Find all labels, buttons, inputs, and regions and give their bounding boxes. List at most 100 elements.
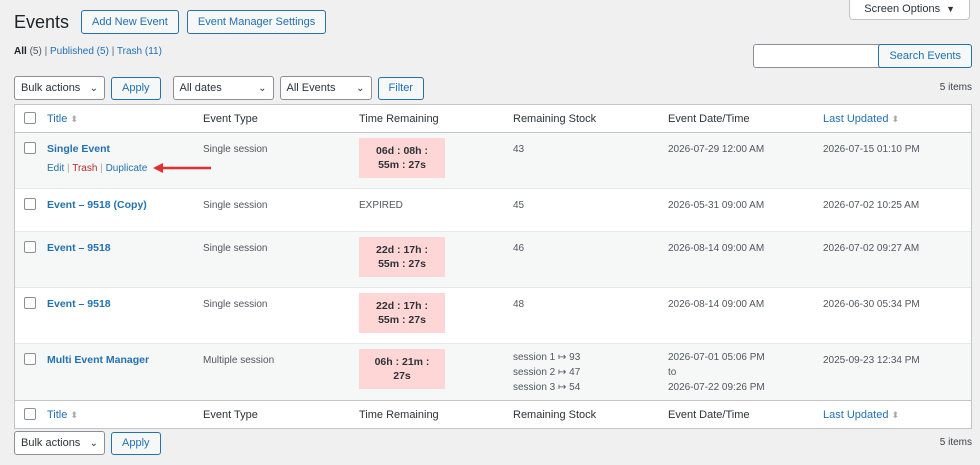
chevron-down-icon: ⌄: [89, 437, 98, 449]
items-count: 5 items: [939, 82, 972, 93]
view-all-link[interactable]: All (5): [14, 46, 42, 57]
event-date-cell: 2026-07-01 05:06 PM to 2026-07-22 09:26 …: [668, 352, 765, 393]
caret-down-icon: ▼: [946, 3, 955, 14]
countdown-badge: 06d : 08h :55m : 27s: [359, 138, 445, 178]
tablenav-top: Bulk actions ⌄ Apply All dates ⌄ All Eve…: [14, 76, 424, 100]
row-checkbox[interactable]: [24, 241, 36, 258]
row-checkbox[interactable]: [24, 142, 36, 159]
column-remaining-stock: Remaining Stock: [513, 409, 597, 421]
event-type-cell: Single session: [203, 200, 268, 211]
search-input[interactable]: [753, 44, 886, 68]
bulk-actions-select[interactable]: Bulk actions ⌄: [14, 431, 105, 455]
sort-icon: ⬍: [891, 114, 899, 124]
arrow-annotation-icon: [153, 163, 211, 173]
row-actions: Edit | Trash | Duplicate: [47, 163, 148, 174]
row-checkbox[interactable]: [24, 297, 36, 314]
event-type-cell: Single session: [203, 243, 268, 254]
event-type-cell: Single session: [203, 299, 268, 310]
event-date-cell: 2026-07-29 12:00 AM: [668, 144, 765, 155]
last-updated-cell: 2026-06-30 05:34 PM: [823, 299, 920, 310]
column-remaining-stock: Remaining Stock: [513, 113, 597, 125]
view-filters: All (5) | Published (5) | Trash (11): [14, 46, 162, 57]
page-header: Events Add New Event Event Manager Setti…: [14, 10, 327, 34]
event-manager-settings-button[interactable]: Event Manager Settings: [186, 10, 327, 34]
chevron-down-icon: ⌄: [258, 82, 267, 94]
page-title: Events: [14, 11, 70, 32]
select-all-checkbox[interactable]: [24, 112, 36, 129]
event-title-link[interactable]: Event – 9518: [47, 297, 111, 312]
dates-filter-select[interactable]: All dates ⌄: [172, 76, 274, 100]
view-published-link[interactable]: Published (5): [50, 46, 109, 57]
event-date-cell: 2026-08-14 09:00 AM: [668, 299, 765, 310]
apply-button[interactable]: Apply: [111, 76, 161, 100]
table-row: Event – 9518 (Copy) Single session EXPIR…: [15, 189, 971, 232]
column-event-type: Event Type: [203, 113, 258, 125]
table-header: Title ⬍ Event Type Time Remaining Remaini…: [15, 105, 971, 133]
column-last-updated[interactable]: Last Updated ⬍: [823, 408, 899, 423]
sort-icon: ⬍: [70, 410, 78, 420]
stock-cell: 45: [513, 200, 525, 211]
last-updated-cell: 2025-09-23 12:34 PM: [823, 355, 920, 366]
select-all-checkbox[interactable]: [24, 408, 36, 425]
title-cell: Event – 9518 (Copy): [47, 198, 147, 213]
column-title[interactable]: Title ⬍: [47, 408, 78, 423]
column-event-type: Event Type: [203, 409, 258, 421]
table-footer: Title ⬍ Event Type Time Remaining Remaini…: [15, 400, 971, 428]
column-time-remaining: Time Remaining: [359, 113, 439, 125]
filter-button[interactable]: Filter: [377, 76, 424, 100]
countdown-badge: 22d : 17h :55m : 27s: [359, 293, 445, 333]
title-cell: Event – 9518: [47, 297, 111, 312]
chevron-down-icon: ⌄: [356, 82, 365, 94]
time-remaining-cell: 22d : 17h :55m : 27s: [359, 293, 445, 333]
view-trash-link[interactable]: Trash (11): [117, 46, 162, 57]
sort-icon: ⬍: [70, 114, 78, 124]
time-remaining-cell: EXPIRED: [359, 200, 403, 211]
row-checkbox[interactable]: [24, 198, 36, 215]
sort-icon: ⬍: [891, 410, 899, 420]
stock-cell: 46: [513, 243, 525, 254]
event-date-cell: 2026-05-31 09:00 AM: [668, 200, 765, 211]
edit-link[interactable]: Edit: [47, 163, 64, 174]
last-updated-cell: 2026-07-02 10:25 AM: [823, 200, 920, 211]
title-cell: Single Event Edit | Trash | Duplicate: [47, 142, 147, 176]
title-cell: Event – 9518: [47, 241, 111, 256]
trash-link[interactable]: Trash: [72, 163, 97, 174]
event-title-link[interactable]: Event – 9518 (Copy): [47, 198, 147, 213]
screen-options-toggle[interactable]: Screen Options ▼: [849, 0, 970, 20]
last-updated-cell: 2026-07-15 01:10 PM: [823, 144, 920, 155]
column-last-updated[interactable]: Last Updated ⬍: [823, 112, 899, 127]
stock-cell: 43: [513, 144, 525, 155]
event-type-cell: Multiple session: [203, 355, 275, 366]
items-count: 5 items: [939, 437, 972, 448]
stock-cell: session 1 ↦ 93 session 2 ↦ 47 session 3 …: [513, 352, 581, 393]
search-events-button[interactable]: Search Events: [878, 44, 972, 68]
chevron-down-icon: ⌄: [89, 82, 98, 94]
time-remaining-cell: 22d : 17h :55m : 27s: [359, 237, 445, 277]
time-remaining-cell: 06d : 08h :55m : 27s: [359, 138, 445, 178]
countdown-badge: 06h : 21m :27s: [359, 349, 445, 389]
event-type-cell: Single session: [203, 144, 268, 155]
bulk-actions-select[interactable]: Bulk actions ⌄: [14, 76, 105, 100]
title-cell: Multi Event Manager: [47, 353, 149, 368]
add-new-event-button[interactable]: Add New Event: [81, 10, 179, 34]
row-checkbox[interactable]: [24, 353, 36, 370]
events-filter-select[interactable]: All Events ⌄: [279, 76, 372, 100]
column-event-date: Event Date/Time: [668, 409, 750, 421]
table-row: Single Event Edit | Trash | Duplicate Si…: [15, 133, 971, 189]
event-title-link[interactable]: Multi Event Manager: [47, 353, 149, 368]
countdown-badge: 22d : 17h :55m : 27s: [359, 237, 445, 277]
stock-cell: 48: [513, 299, 525, 310]
time-remaining-cell: 06h : 21m :27s: [359, 349, 445, 389]
table-row: Event – 9518 Single session 22d : 17h :5…: [15, 288, 971, 344]
event-title-link[interactable]: Event – 9518: [47, 241, 111, 256]
table-row: Event – 9518 Single session 22d : 17h :5…: [15, 232, 971, 288]
duplicate-link[interactable]: Duplicate: [106, 163, 148, 174]
column-title[interactable]: Title ⬍: [47, 112, 78, 127]
column-event-date: Event Date/Time: [668, 113, 750, 125]
last-updated-cell: 2026-07-02 09:27 AM: [823, 243, 920, 254]
event-title-link[interactable]: Single Event: [47, 142, 147, 157]
apply-button[interactable]: Apply: [111, 431, 161, 455]
table-row: Multi Event Manager Multiple session 06h…: [15, 344, 971, 400]
screen-options-label: Screen Options: [864, 2, 941, 15]
event-date-cell: 2026-08-14 09:00 AM: [668, 243, 765, 254]
